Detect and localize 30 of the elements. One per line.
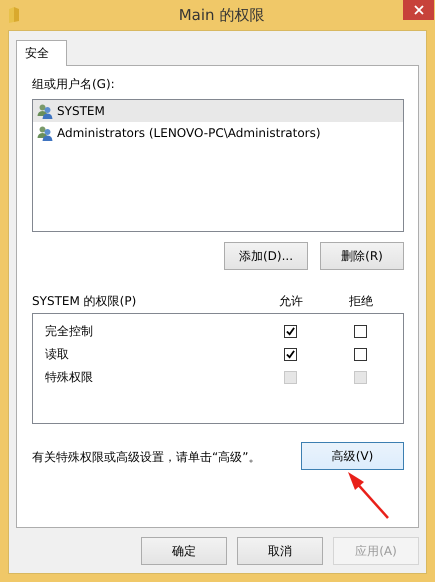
user-item[interactable]: Administrators (LENOVO-PC\Administrators) xyxy=(33,122,403,144)
dialog-button[interactable]: 取消 xyxy=(237,537,323,565)
user-item[interactable]: SYSTEM xyxy=(33,100,403,122)
user-name: SYSTEM xyxy=(57,104,105,118)
permission-name: 完全控制 xyxy=(45,323,94,340)
close-icon xyxy=(414,5,424,15)
checkbox[interactable] xyxy=(354,348,366,361)
dialog-button[interactable]: 添加(D)... xyxy=(224,242,308,270)
users-icon xyxy=(37,103,53,119)
dialog-button[interactable]: 删除(R) xyxy=(320,242,404,270)
folder-icon xyxy=(8,6,20,24)
checkbox[interactable] xyxy=(284,348,296,361)
permissions-label: SYSTEM 的权限(P) xyxy=(32,292,138,310)
checkbox[interactable] xyxy=(284,325,296,338)
column-header: 允许 xyxy=(278,292,304,310)
permission-name: 特殊权限 xyxy=(45,369,94,386)
tab[interactable]: 安全 xyxy=(16,40,67,66)
user-name: Administrators (LENOVO-PC\Administrators) xyxy=(57,126,321,140)
hint-text: 有关特殊权限或高级设置，请单击“高级”。 xyxy=(32,449,260,466)
column-header: 拒绝 xyxy=(348,292,374,310)
group-label: 组或用户名(G): xyxy=(32,76,116,93)
advanced-button[interactable]: 高级(V) xyxy=(301,442,404,470)
checkbox[interactable] xyxy=(354,325,366,338)
dialog-button[interactable]: 确定 xyxy=(141,537,227,565)
checkmark-icon xyxy=(286,350,294,359)
close-button[interactable] xyxy=(403,0,434,20)
permission-name: 读取 xyxy=(45,346,70,363)
window-title: Main 的权限 xyxy=(178,6,266,24)
checkmark-icon xyxy=(286,327,294,336)
users-icon xyxy=(37,125,53,141)
